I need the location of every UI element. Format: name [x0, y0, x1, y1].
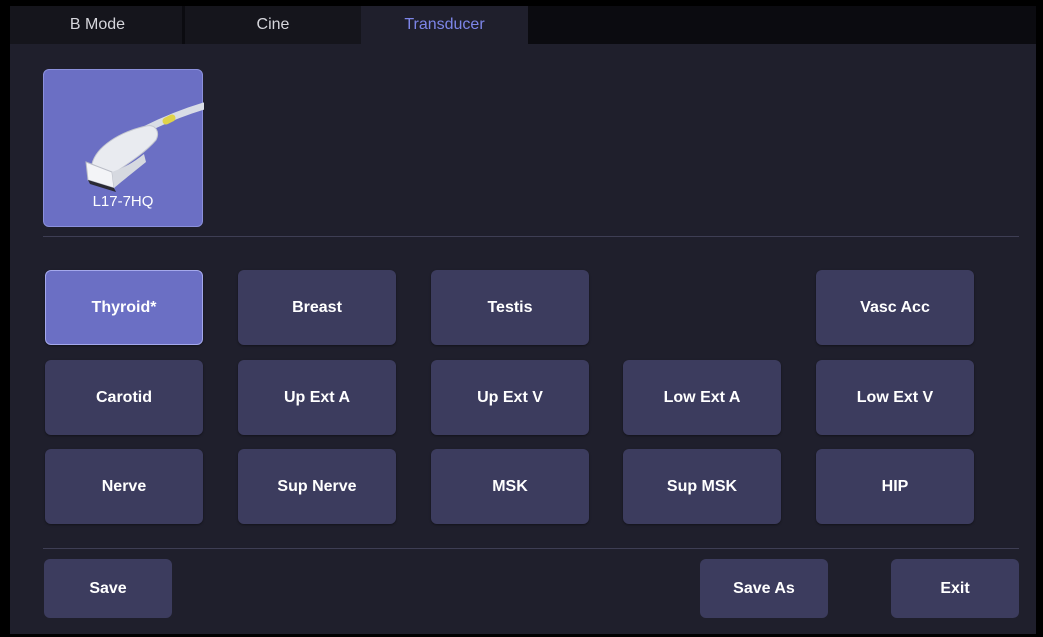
transducer-screen: B Mode Cine Transducer L17-7HQ Thyroid* … [10, 6, 1036, 634]
preset-low-ext-v[interactable]: Low Ext V [816, 360, 974, 435]
tab-label: Transducer [404, 16, 485, 33]
preset-msk[interactable]: MSK [431, 449, 589, 524]
transducer-name: L17-7HQ [92, 193, 154, 210]
preset-up-ext-a[interactable]: Up Ext A [238, 360, 396, 435]
tab-label: B Mode [69, 16, 126, 33]
preset-hip[interactable]: HIP [816, 449, 974, 524]
preset-sup-msk[interactable]: Sup MSK [623, 449, 781, 524]
save-button[interactable]: Save [44, 559, 172, 618]
preset-low-ext-a[interactable]: Low Ext A [623, 360, 781, 435]
transducer-card[interactable]: L17-7HQ [43, 69, 204, 227]
preset-vasc-acc[interactable]: Vasc Acc [816, 270, 974, 345]
preset-carotid[interactable]: Carotid [45, 360, 203, 435]
divider [43, 236, 1019, 237]
preset-nerve[interactable]: Nerve [45, 449, 203, 524]
save-as-button[interactable]: Save As [700, 559, 828, 618]
preset-up-ext-v[interactable]: Up Ext V [431, 360, 589, 435]
exit-button[interactable]: Exit [891, 559, 1019, 618]
tab-label: Cine [256, 16, 290, 33]
tab-b-mode[interactable]: B Mode [10, 6, 185, 44]
preset-thyroid[interactable]: Thyroid* [45, 270, 203, 345]
preset-testis[interactable]: Testis [431, 270, 589, 345]
preset-breast[interactable]: Breast [238, 270, 396, 345]
tab-bar: B Mode Cine Transducer [10, 6, 1036, 44]
linear-probe-icon [85, 102, 204, 192]
tab-cine[interactable]: Cine [185, 6, 361, 44]
preset-sup-nerve[interactable]: Sup Nerve [238, 449, 396, 524]
divider [43, 548, 1019, 549]
tab-transducer[interactable]: Transducer [361, 6, 528, 44]
